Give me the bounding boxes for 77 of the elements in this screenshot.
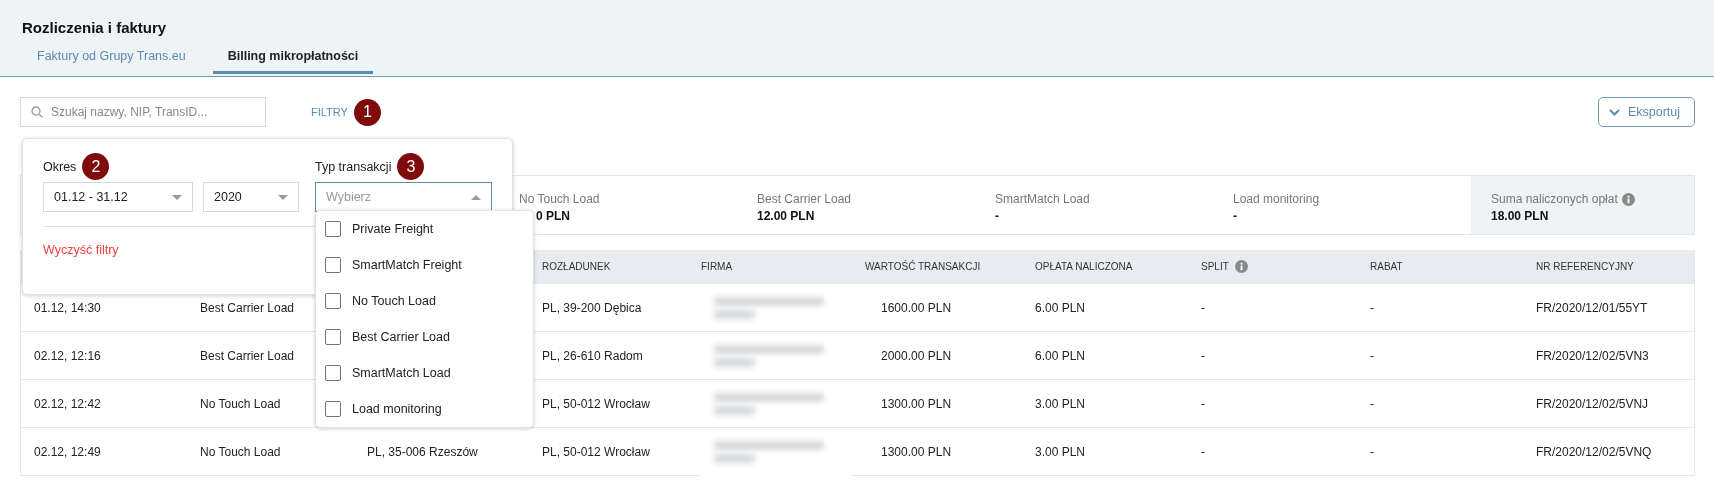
step-badge: 1	[353, 98, 381, 126]
dropdown-option[interactable]: No Touch Load	[316, 283, 533, 319]
table-cell: PL, 35-006 Rzeszów	[367, 444, 478, 459]
table-cell: PL, 50-012 Wrocław	[542, 396, 650, 411]
table-cell: 02.12, 12:49	[34, 444, 101, 459]
field-label: Typ transakcji	[315, 159, 392, 174]
table-cell: PL, 26-610 Radom	[542, 348, 643, 363]
chevron-down-icon	[1608, 108, 1620, 116]
table-cell: -	[1370, 444, 1374, 459]
checkbox[interactable]	[325, 257, 341, 273]
table-cell: 1600.00 PLN	[881, 300, 952, 315]
table-cell: 3.00 PLN	[1035, 444, 1086, 459]
table-cell: FR/2020/12/01/55YT	[1536, 300, 1648, 315]
table-cell: FR/2020/12/02/5VNJ	[1536, 396, 1649, 411]
table-cell: No Touch Load	[200, 444, 281, 459]
summary-label: No Touch Load	[519, 192, 601, 206]
caret-icon	[278, 194, 288, 200]
summary-value: 12.00 PLN	[757, 209, 816, 223]
table-cell: -	[1370, 396, 1374, 411]
year-select[interactable]: 2020	[203, 182, 299, 212]
column-header: SPLIT	[1188, 250, 1357, 283]
table-cell: -	[1201, 348, 1205, 363]
table-cell: 1300.00 PLN	[881, 396, 952, 411]
checkbox[interactable]	[325, 221, 341, 237]
table-cell: Best Carrier Load	[200, 348, 295, 363]
table-cell: FR/2020/12/02/5VNQ	[1536, 444, 1652, 459]
table-cell: FR/2020/12/02/5VN3	[1536, 348, 1649, 363]
export-button[interactable]: Eksportuj	[1597, 97, 1695, 127]
summary-label: SmartMatch Load	[995, 192, 1091, 206]
checkbox[interactable]	[325, 329, 341, 345]
table-cell: No Touch Load	[200, 396, 281, 411]
column-header: FIRMA	[688, 250, 852, 283]
column-header: RABAT	[1357, 250, 1523, 283]
dropdown-option[interactable]: Load monitoring	[316, 391, 533, 427]
caret-icon	[471, 194, 481, 200]
summary-value: -	[995, 209, 1000, 223]
table-cell: -	[1201, 396, 1205, 411]
checkbox[interactable]	[325, 365, 341, 381]
table-cell: PL, 39-200 Dębica	[542, 300, 642, 315]
caret-icon	[172, 194, 182, 200]
summary-value: 18.00 PLN	[1491, 209, 1550, 223]
table-cell: 3.00 PLN	[1035, 396, 1086, 411]
table-cell: -	[1370, 300, 1374, 315]
table-cell: 6.00 PLN	[1035, 348, 1086, 363]
search-field[interactable]: Szukaj nazwy, NIP, TransID...	[20, 97, 266, 127]
summary-value: 0 PLN	[536, 209, 571, 223]
checkbox[interactable]	[325, 293, 341, 309]
summary-label: Load monitoring	[1233, 192, 1321, 206]
dropdown-option[interactable]: Private Freight	[316, 211, 533, 247]
table-cell: -	[1370, 348, 1374, 363]
clear-filters-link[interactable]: Wyczyść filtry	[43, 243, 119, 257]
dropdown-option[interactable]: Best Carrier Load	[316, 319, 533, 355]
table-cell: 2000.00 PLN	[881, 348, 952, 363]
summary-value: -	[1233, 209, 1238, 223]
table-cell: PL, 50-012 Wrocław	[542, 444, 650, 459]
table-cell: 6.00 PLN	[1035, 300, 1086, 315]
step-badge: 2	[82, 153, 110, 180]
table-cell: 02.12, 12:16	[34, 348, 101, 363]
tab[interactable]: Billing mikropłatności	[212, 49, 374, 74]
checkbox[interactable]	[325, 401, 341, 417]
table-cell: 02.12, 12:42	[34, 396, 101, 411]
summary-label: Suma naliczonych opłat	[1491, 192, 1618, 206]
summary-label: Best Carrier Load	[757, 192, 853, 206]
page-title: Rozliczenia i faktury	[22, 19, 168, 36]
step-badge: 3	[397, 153, 425, 180]
column-header: OPŁATA NALICZONA	[1022, 250, 1188, 283]
table-cell: -	[1201, 444, 1205, 459]
table-cell: 01.12, 14:30	[34, 300, 101, 315]
dropdown-option[interactable]: SmartMatch Load	[316, 355, 533, 391]
table-cell: -	[1201, 300, 1205, 315]
table-cell: Best Carrier Load	[200, 300, 295, 315]
period-select[interactable]: 01.12 - 31.12	[43, 182, 193, 212]
field-label: Okres	[43, 159, 77, 174]
table-cell: 1300.00 PLN	[881, 444, 952, 459]
filters-link[interactable]: FILTRY	[311, 106, 348, 118]
column-header: NR REFERENCYJNY	[1523, 250, 1694, 283]
column-header: WARTOŚĆ TRANSAKCJI	[852, 250, 1022, 283]
